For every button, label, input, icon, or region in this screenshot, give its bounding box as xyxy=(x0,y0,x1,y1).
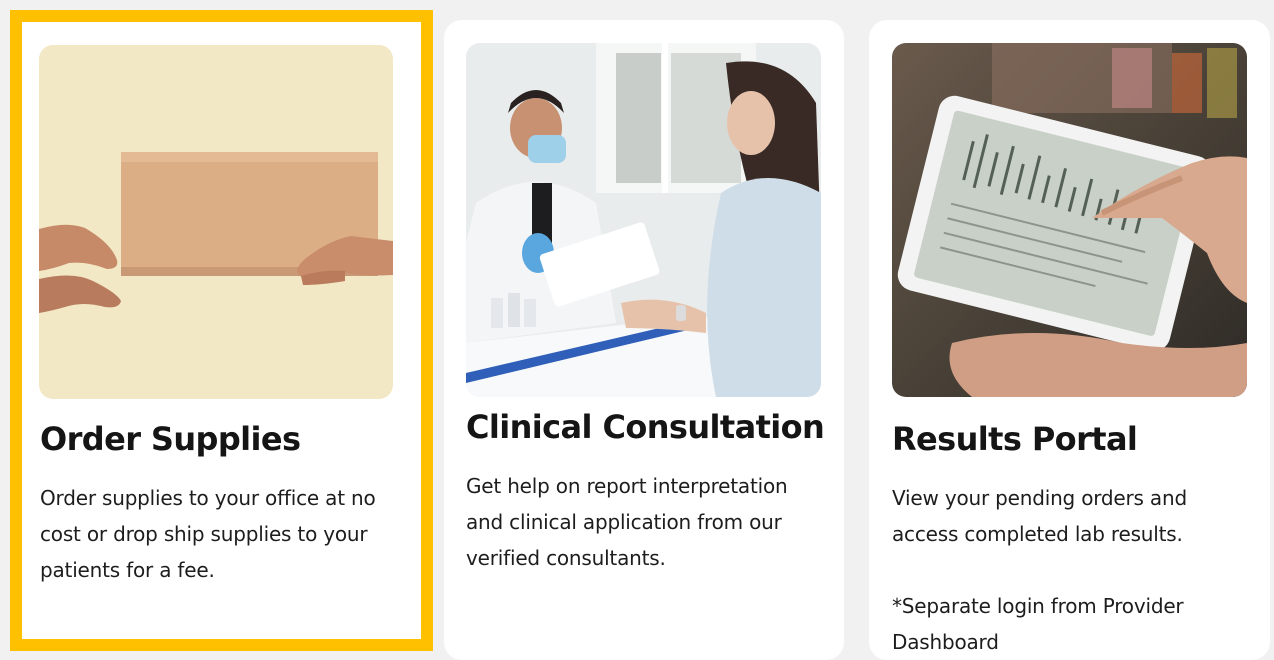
card-description: View your pending orders and access comp… xyxy=(892,486,1187,546)
card-description: Get help on report interpretation and cl… xyxy=(466,474,788,570)
card-description: Order supplies to your office at no cost… xyxy=(40,486,376,582)
clinical-consultation-card[interactable]: Clinical Consultation Get help on report… xyxy=(444,20,844,660)
card-title: Order Supplies xyxy=(40,420,301,458)
results-portal-image xyxy=(892,43,1247,397)
clinical-consultation-image xyxy=(466,43,821,397)
login-note: *Separate login from Provider Dashboard xyxy=(892,594,1184,654)
order-supplies-image xyxy=(39,45,393,399)
card-title: Clinical Consultation xyxy=(466,408,825,446)
results-portal-card[interactable]: Results Portal View your pending orders … xyxy=(869,20,1270,660)
order-supplies-card[interactable]: Order Supplies Order supplies to your of… xyxy=(10,10,433,651)
card-title: Results Portal xyxy=(892,420,1138,458)
